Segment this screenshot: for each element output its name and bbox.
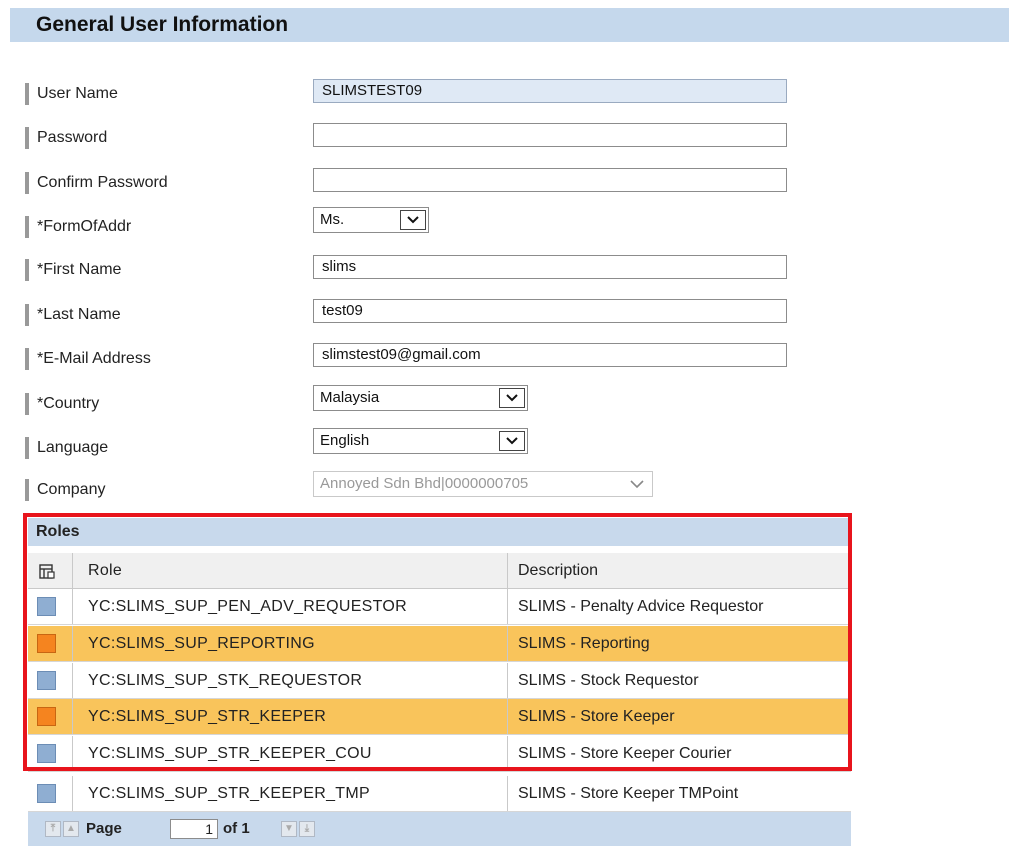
chevron-down-icon[interactable] [499, 388, 525, 408]
column-divider [72, 626, 73, 661]
user-name-label: User Name [25, 83, 118, 105]
table-row[interactable]: YC:SLIMS_SUP_STR_KEEPER_TMP SLIMS - Stor… [28, 776, 851, 812]
section-header: General User Information [10, 8, 1009, 42]
table-row[interactable]: YC:SLIMS_SUP_STR_KEEPER SLIMS - Store Ke… [28, 699, 851, 735]
country-select[interactable]: Malaysia [313, 385, 528, 411]
description-cell: SLIMS - Store Keeper [518, 708, 675, 725]
last-name-field[interactable]: test09 [313, 299, 787, 323]
chevron-down-icon[interactable] [400, 210, 426, 230]
role-cell: YC:SLIMS_SUP_PEN_ADV_REQUESTOR [88, 598, 408, 615]
column-divider [507, 663, 508, 698]
role-cell: YC:SLIMS_SUP_STK_REQUESTOR [88, 672, 363, 689]
table-settings-icon[interactable] [38, 563, 56, 586]
column-divider [72, 736, 73, 771]
description-cell: SLIMS - Reporting [518, 635, 650, 652]
form-of-addr-label: *FormOfAddr [25, 216, 131, 238]
column-divider [72, 553, 73, 588]
column-divider [507, 699, 508, 734]
page-number-input[interactable]: 1 [170, 819, 218, 839]
column-divider [72, 776, 73, 811]
roles-column-header: Role Description [28, 553, 851, 589]
next-page-icon[interactable]: ▼ [281, 821, 297, 837]
table-row[interactable]: YC:SLIMS_SUP_STK_REQUESTOR SLIMS - Stock… [28, 663, 851, 699]
column-divider [507, 736, 508, 771]
column-divider [72, 699, 73, 734]
password-label: Password [25, 127, 107, 149]
prev-page-icon[interactable]: ▲ [63, 821, 79, 837]
confirm-password-label: Confirm Password [25, 172, 168, 194]
column-divider [72, 663, 73, 698]
password-field[interactable] [313, 123, 787, 147]
first-page-icon[interactable]: ⤒ [45, 821, 61, 837]
role-cell: YC:SLIMS_SUP_REPORTING [88, 635, 315, 652]
form-of-addr-value: Ms. [320, 211, 345, 228]
table-row[interactable]: YC:SLIMS_SUP_STR_KEEPER_COU SLIMS - Stor… [28, 736, 851, 772]
table-row[interactable]: YC:SLIMS_SUP_PEN_ADV_REQUESTOR SLIMS - P… [28, 589, 851, 625]
language-value: English [320, 432, 370, 449]
email-field[interactable]: slimstest09@gmail.com [313, 343, 787, 367]
column-divider [72, 589, 73, 624]
form-of-addr-select[interactable]: Ms. [313, 207, 429, 233]
country-label: *Country [25, 393, 99, 415]
section-title: General User Information [36, 13, 289, 36]
last-page-icon[interactable]: ⤓ [299, 821, 315, 837]
chevron-down-icon [624, 474, 650, 494]
description-cell: SLIMS - Store Keeper TMPoint [518, 785, 739, 802]
company-select: Annoyed Sdn Bhd|0000000705 [313, 471, 653, 497]
email-label: *E-Mail Address [25, 348, 151, 370]
user-name-field[interactable]: SLIMSTEST09 [313, 79, 787, 103]
row-select-checkbox[interactable] [37, 597, 56, 616]
row-select-checkbox[interactable] [37, 634, 56, 653]
confirm-password-field[interactable] [313, 168, 787, 192]
first-name-field[interactable]: slims [313, 255, 787, 279]
chevron-down-icon[interactable] [499, 431, 525, 451]
country-value: Malaysia [320, 389, 380, 406]
description-column-header[interactable]: Description [518, 553, 598, 589]
role-column-header[interactable]: Role [88, 553, 122, 589]
description-cell: SLIMS - Penalty Advice Requestor [518, 598, 764, 615]
page-total-label: of 1 [223, 820, 250, 837]
row-select-checkbox[interactable] [37, 784, 56, 803]
company-value: Annoyed Sdn Bhd|0000000705 [320, 475, 529, 492]
company-label: Company [25, 479, 105, 501]
role-cell: YC:SLIMS_SUP_STR_KEEPER_COU [88, 745, 372, 762]
column-divider [507, 776, 508, 811]
description-cell: SLIMS - Store Keeper Courier [518, 745, 732, 762]
row-select-checkbox[interactable] [37, 744, 56, 763]
table-pager: ⤒ ▲ Page 1 of 1 ▼ ⤓ [28, 812, 851, 846]
description-cell: SLIMS - Stock Requestor [518, 672, 699, 689]
language-select[interactable]: English [313, 428, 528, 454]
column-divider [507, 589, 508, 624]
role-cell: YC:SLIMS_SUP_STR_KEEPER [88, 708, 327, 725]
first-name-label: *First Name [25, 259, 121, 281]
role-cell: YC:SLIMS_SUP_STR_KEEPER_TMP [88, 785, 370, 802]
column-divider [507, 553, 508, 588]
table-row[interactable]: YC:SLIMS_SUP_REPORTING SLIMS - Reporting [28, 626, 851, 662]
roles-title: Roles [28, 518, 851, 546]
page-label: Page [86, 820, 122, 837]
column-divider [507, 626, 508, 661]
row-select-checkbox[interactable] [37, 671, 56, 690]
row-select-checkbox[interactable] [37, 707, 56, 726]
last-name-label: *Last Name [25, 304, 121, 326]
language-label: Language [25, 437, 108, 459]
